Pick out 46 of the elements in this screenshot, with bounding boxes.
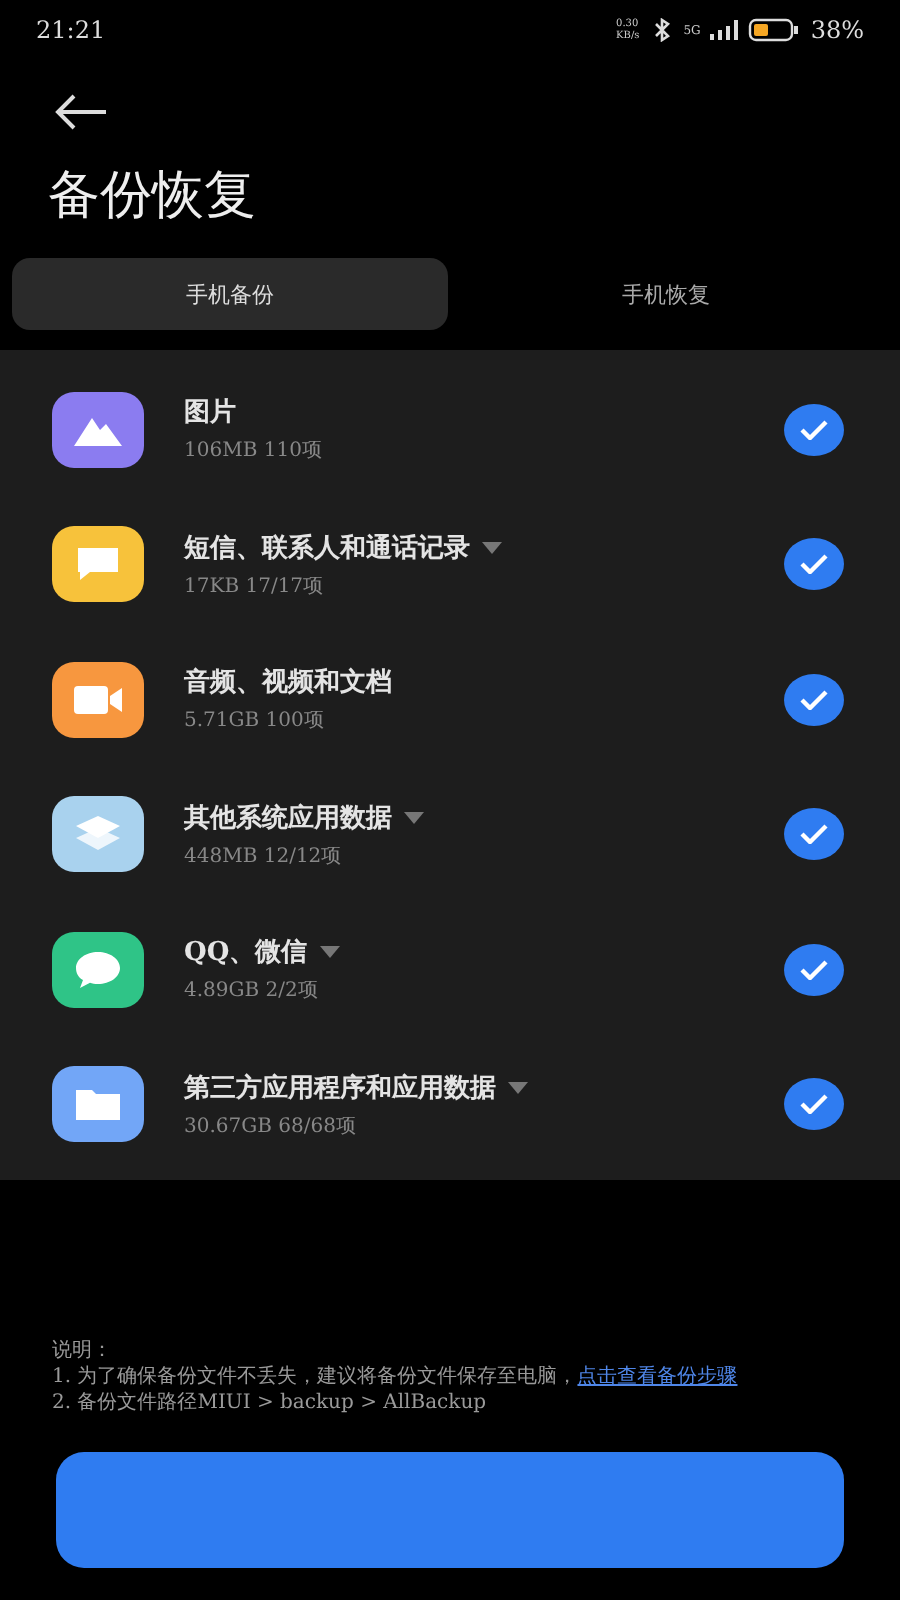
- back-arrow-icon[interactable]: [52, 92, 108, 132]
- item-detail: 106MB 110项: [184, 438, 324, 465]
- tab[interactable]: 手机恢复: [448, 258, 884, 330]
- dropdown-caret-icon[interactable]: [508, 1081, 528, 1094]
- layers-icon: [74, 814, 122, 855]
- item-detail: 4.89GB 2/2项: [184, 978, 320, 1005]
- item-name: 图片: [184, 396, 236, 431]
- item-detail: 17KB 17/17项: [184, 573, 326, 600]
- checkbox[interactable]: [784, 808, 844, 861]
- item-name: 短信、联系人和通话记录: [184, 531, 470, 566]
- check-icon: [800, 689, 828, 710]
- item-detail: 5.71GB 100项: [184, 708, 326, 735]
- item-detail: 30.67GB 68/68项: [184, 1113, 358, 1140]
- folder-icon: [74, 1086, 122, 1123]
- item-name: 其他系统应用数据: [184, 801, 392, 836]
- item-name: QQ、微信: [184, 936, 308, 971]
- battery-percent: 38%: [810, 16, 864, 44]
- tab[interactable]: 手机备份: [12, 258, 448, 330]
- video-camera-icon: [72, 683, 124, 716]
- check-icon: [800, 1094, 828, 1115]
- checkbox[interactable]: [784, 1078, 844, 1131]
- battery-icon: [748, 18, 801, 42]
- dropdown-caret-icon[interactable]: [319, 946, 340, 959]
- checkbox[interactable]: [784, 943, 844, 996]
- item-name: 第三方应用程序和应用数据: [184, 1071, 496, 1106]
- notes-heading: 说明：: [52, 1338, 114, 1364]
- backup-steps-link[interactable]: 点击查看备份步骤: [577, 1366, 738, 1388]
- bluetooth-icon: [649, 18, 674, 42]
- signal-icon: [710, 20, 739, 40]
- check-icon: [800, 824, 828, 845]
- check-icon: [800, 959, 828, 980]
- page-title: 备份恢复: [48, 164, 258, 230]
- checkbox[interactable]: [784, 538, 844, 591]
- message-icon: [74, 544, 122, 585]
- status-time: 21:21: [36, 16, 106, 44]
- dropdown-caret-icon[interactable]: [482, 541, 502, 554]
- chat-bubble-icon: [74, 949, 122, 990]
- checkbox[interactable]: [784, 673, 844, 726]
- checkbox[interactable]: [784, 403, 844, 456]
- check-icon: [800, 554, 828, 575]
- note-text: 2. 备份文件路径MIUI > backup > AllBackup: [52, 1390, 489, 1416]
- check-icon: [800, 419, 828, 440]
- dropdown-caret-icon[interactable]: [404, 811, 424, 824]
- note-text: 1. 为了确保备份文件不丢失，建议将备份文件保存至电脑，点击查看备份步骤: [52, 1364, 740, 1390]
- item-name: 音频、视频和文档: [184, 665, 392, 701]
- item-detail: 448MB 12/12项: [184, 843, 344, 870]
